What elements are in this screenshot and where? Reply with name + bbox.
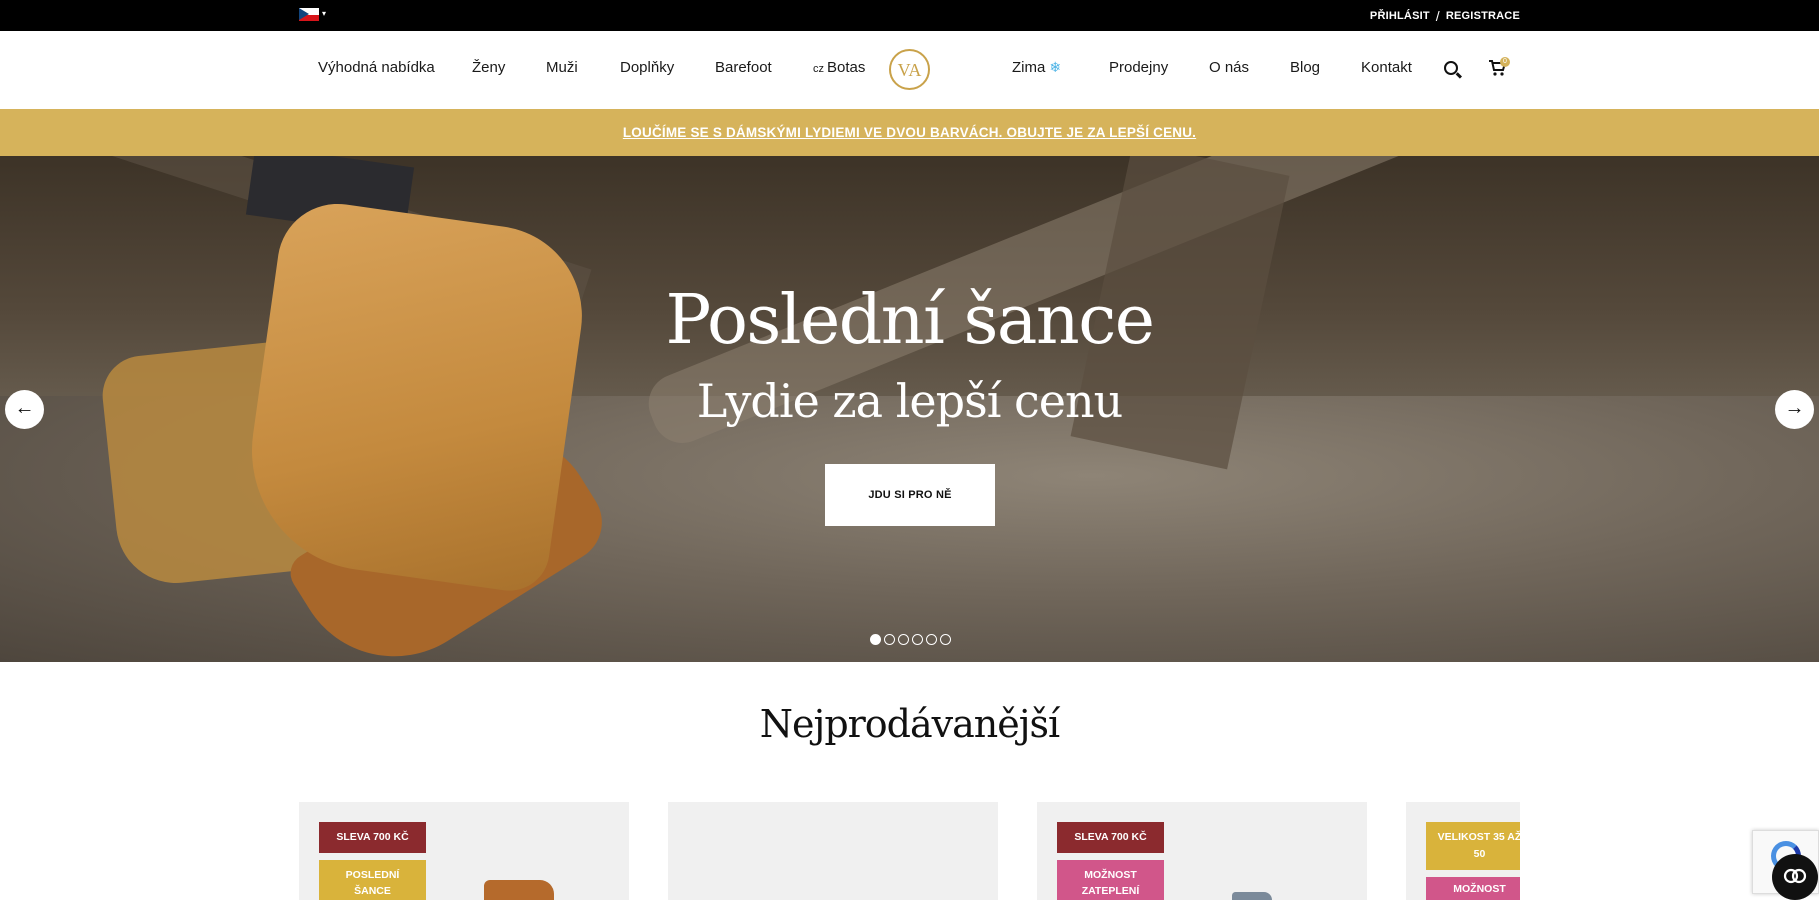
announcement-link[interactable]: LOUČÍME SE S DÁMSKÝMI LYDIEMI VE DVOU BA… [0,125,1819,140]
nav-item-zima[interactable]: Zima ❄ [1012,59,1061,76]
hero-slider: Poslední šance Lydie za lepší cenu JDU S… [0,156,1819,662]
chat-icon[interactable] [1772,854,1818,900]
account-separator: / [1435,8,1440,24]
slider-dot[interactable] [926,634,937,645]
chat-glyph-icon [1783,868,1807,884]
chevron-down-icon[interactable]: ▾ [322,9,326,18]
product-image [484,880,554,900]
czech-flag-icon[interactable] [299,8,319,21]
announcement-bar: LOUČÍME SE S DÁMSKÝMI LYDIEMI VE DVOU BA… [0,109,1819,156]
nav-item-o-nas[interactable]: O nás [1209,59,1249,76]
product-badge: POSLEDNÍ ŠANCE [319,860,426,900]
product-badge: SLEVA 700 KČ [319,822,426,853]
product-card[interactable] [668,802,998,900]
zima-label: Zima [1012,59,1046,76]
cart-count-badge: 0 [1500,57,1510,67]
nav-item-blog[interactable]: Blog [1290,59,1320,76]
product-badge: MOŽNOST ZATEPLENÍ [1057,860,1164,900]
slider-dot[interactable] [940,634,951,645]
snowflake-icon: ❄ [1049,59,1062,75]
botas-prefix: cz [813,63,824,75]
product-badge: VELIKOST 35 AŽ 50 [1426,822,1520,870]
register-link[interactable]: REGISTRACE [1446,10,1520,22]
nav-item-zeny[interactable]: Ženy [472,59,505,76]
nav-item-vyhodna-nabidka[interactable]: Výhodná nabídka [318,59,435,76]
nav-item-kontakt[interactable]: Kontakt [1361,59,1412,76]
nav-item-botas[interactable]: cz Botas [813,59,865,76]
main-header: Výhodná nabídka Ženy Muži Doplňky Barefo… [0,31,1819,109]
slider-dot[interactable] [870,634,881,645]
brand-logo-text: VA [897,60,922,80]
hero-title: Poslední šance [665,281,1155,360]
botas-label: Botas [827,59,866,76]
nav-item-muzi[interactable]: Muži [546,59,578,76]
nav-item-prodejny[interactable]: Prodejny [1109,59,1168,76]
account-links: PŘIHLÁSIT / REGISTRACE [1370,8,1520,24]
product-card[interactable]: VELIKOST 35 AŽ 50 MOŽNOST [1406,802,1520,900]
brand-logo[interactable]: VA [889,49,930,90]
hero-subtitle: Lydie za lepší cenu [696,374,1124,428]
product-badge: SLEVA 700 KČ [1057,822,1164,853]
slider-dot[interactable] [912,634,923,645]
arrow-right-icon[interactable]: → [1775,390,1814,429]
search-icon[interactable] [1444,61,1458,75]
nav-item-doplnky[interactable]: Doplňky [620,59,674,76]
slider-dot[interactable] [884,634,895,645]
product-card[interactable]: SLEVA 700 KČ POSLEDNÍ ŠANCE [299,802,629,900]
login-link[interactable]: PŘIHLÁSIT [1370,10,1430,22]
product-badge: MOŽNOST [1426,877,1520,900]
slider-dot[interactable] [898,634,909,645]
nav-item-barefoot[interactable]: Barefoot [715,59,772,76]
top-bar: ▾ PŘIHLÁSIT / REGISTRACE [0,0,1819,31]
slider-dots [870,634,951,645]
bestsellers-title: Nejprodávanější [759,702,1060,746]
hero-cta-button[interactable]: JDU SI PRO NĚ [825,464,995,526]
product-image [1232,892,1272,900]
product-card[interactable]: SLEVA 700 KČ MOŽNOST ZATEPLENÍ [1037,802,1367,900]
arrow-left-icon[interactable]: ← [5,390,44,429]
